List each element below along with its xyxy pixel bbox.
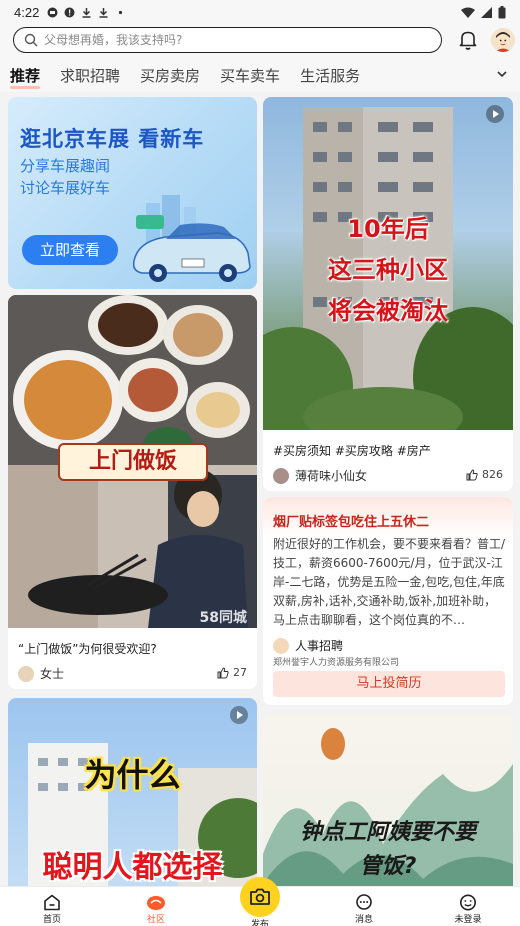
tab-recommend[interactable]: 推荐 [10, 65, 41, 89]
watermark: 58同城 [199, 610, 247, 626]
recruiter[interactable]: 人事招聘 [273, 637, 343, 654]
banner-line1: 分享车展趣闻 [20, 157, 111, 175]
recruiter-avatar [273, 637, 289, 654]
recruiter-name: 人事招聘 [295, 639, 344, 653]
like-count: 826 [482, 468, 503, 481]
author-avatar [18, 665, 34, 682]
post-card-home-cooking[interactable]: 上门做饭 58同城 “上门做饭”为何很受欢迎? 女士 27 [8, 295, 257, 689]
like-button[interactable]: 27 [217, 666, 247, 679]
nav-messages[interactable]: 消息 [334, 887, 394, 926]
message-icon [356, 894, 372, 910]
car-illustration [132, 195, 251, 282]
publish-label: 发布 [250, 920, 269, 926]
post-author[interactable]: 薄荷味小仙女 [273, 467, 367, 484]
like-count: 27 [233, 666, 247, 679]
video-play-icon [486, 105, 504, 123]
thumbs-up-icon [217, 666, 229, 678]
banner-title: 逛北京车展 看新车 [20, 127, 205, 151]
company-name: 郑州誉宇人力资源服务有限公司 [273, 658, 400, 668]
post-card-meal[interactable]: 钟点工阿姨要不要 管饭? [263, 714, 513, 886]
search-box[interactable] [13, 27, 442, 53]
post-overlay-line3: 将会被淘汰 [328, 297, 448, 325]
bottom-nav: 首页 社区 发布 消息 未登录 [0, 877, 520, 926]
status-indicators [461, 5, 506, 19]
post-overlay-line1: 10年后 [347, 215, 429, 243]
post-overlay-why-line2: 聪明人都选择 [42, 850, 223, 885]
job-title: 烟厂贴标签包吃住上五休二 [273, 515, 430, 530]
wifi-icon [461, 7, 475, 18]
nav-home[interactable]: 首页 [22, 887, 82, 926]
post-overlay-home-cooking: 上门做饭 [58, 443, 208, 481]
post-overlay-meal-line1: 钟点工阿姨要不要 [299, 820, 476, 845]
post-tags[interactable]: #买房须知 #买房攻略 #房产 [273, 442, 431, 459]
top-bar [0, 24, 520, 58]
nav-profile[interactable]: 未登录 [438, 887, 498, 926]
nav-community-label: 社区 [146, 915, 165, 925]
post-card-why[interactable]: 为什么 聪明人都选择 [8, 698, 257, 886]
tab-cars[interactable]: 买车卖车 [220, 65, 280, 86]
tab-life-services[interactable]: 生活服务 [300, 65, 360, 86]
tab-jobs[interactable]: 求职招聘 [60, 65, 120, 86]
battery-icon [498, 5, 506, 18]
signal-icon [481, 6, 492, 18]
author-name: 薄荷味小仙女 [295, 469, 368, 483]
post-author[interactable]: 女士 [18, 665, 64, 682]
like-button[interactable]: 826 [466, 468, 503, 481]
nav-community[interactable]: 社区 [126, 887, 186, 926]
post-overlay-meal-line2: 管饭? [359, 854, 417, 879]
publish-button[interactable] [240, 877, 280, 917]
nav-profile-label: 未登录 [454, 915, 482, 925]
notification-icon [47, 7, 58, 18]
apply-button[interactable]: 马上投简历 [273, 671, 505, 697]
alert-icon [64, 7, 75, 18]
chevron-down-icon[interactable] [496, 68, 508, 80]
nav-messages-label: 消息 [354, 915, 373, 925]
status-time: 4:22 [14, 4, 40, 20]
view-now-button[interactable]: 立即查看 [22, 235, 118, 265]
category-tabs: 推荐 求职招聘 买房卖房 买车卖车 生活服务 [0, 58, 520, 92]
community-icon [147, 896, 165, 910]
job-card[interactable]: 烟厂贴标签包吃住上五休二 附近很好的工作机会，要不要来看看？普工/技工，薪资66… [263, 497, 513, 705]
author-name: 女士 [40, 667, 65, 681]
author-avatar [273, 467, 289, 484]
post-overlay-why-line1: 为什么 [84, 756, 181, 794]
camera-icon [250, 888, 270, 905]
tab-housing[interactable]: 买房卖房 [140, 65, 200, 86]
thumbs-up-icon [466, 468, 478, 480]
search-input[interactable] [44, 33, 424, 47]
search-icon [24, 33, 38, 47]
home-icon [44, 894, 60, 911]
download-icon [81, 7, 92, 18]
post-caption: “上门做饭”为何很受欢迎? [18, 642, 157, 656]
post-card-housing[interactable]: 10年后 这三种小区 将会被淘汰 #买房须知 #买房攻略 #房产 薄荷味小仙女 … [263, 97, 513, 491]
nav-home-label: 首页 [42, 915, 61, 925]
car-show-banner[interactable]: 逛北京车展 看新车 分享车展趣闻 讨论车展好车 立即查看 [8, 97, 257, 289]
smile-icon [460, 894, 476, 911]
dot-icon [115, 7, 126, 18]
user-avatar[interactable] [491, 28, 515, 52]
download-icon-2 [98, 7, 109, 18]
video-play-icon [230, 706, 248, 724]
banner-line2: 讨论车展好车 [20, 179, 111, 197]
post-overlay-line2: 这三种小区 [328, 256, 448, 284]
status-bar: 4:22 [0, 0, 520, 24]
feed[interactable]: 逛北京车展 看新车 分享车展趣闻 讨论车展好车 立即查看 上门做饭 58同城 “… [0, 92, 520, 886]
job-description: 附近很好的工作机会，要不要来看看？普工/技工，薪资6600-7600元/月，位于… [273, 537, 506, 627]
bell-icon[interactable] [458, 29, 478, 51]
